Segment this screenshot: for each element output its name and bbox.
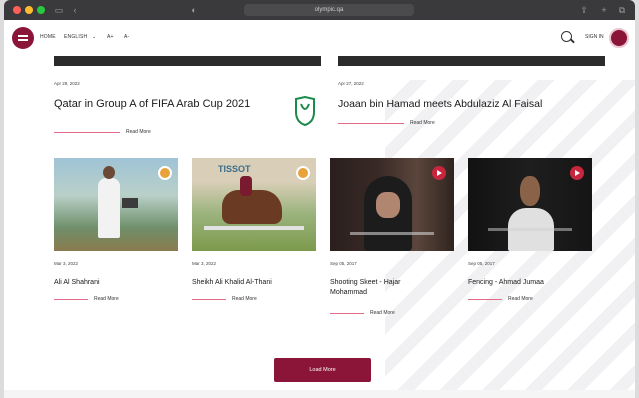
new-tab-icon[interactable]: + (599, 5, 609, 15)
card-title-2[interactable]: Sheikh Ali Khalid Al-Thani (192, 278, 312, 288)
card-date-2: Mar 3, 2022 (192, 261, 217, 266)
card-date-4: Sep 05, 2017 (468, 261, 495, 266)
site-header: HOME ENGLISH ⌄ A+ A- SIGN IN (4, 20, 635, 56)
card-image-1[interactable] (54, 158, 178, 251)
featured-title-2[interactable]: Joaan bin Hamad meets Abdulaziz Al Faisa… (338, 98, 542, 110)
sponsor-banner: TISSOT (218, 164, 251, 174)
read-more-link-6[interactable]: Read More (508, 296, 533, 302)
featured-image-1[interactable] (54, 56, 321, 66)
minimize-window-button[interactable] (25, 6, 33, 14)
read-more-line (338, 123, 404, 124)
font-decrease-button[interactable]: A- (124, 34, 129, 40)
read-more-line (54, 132, 120, 133)
read-more-link-2[interactable]: Read More (410, 120, 435, 126)
card-image-3[interactable] (330, 158, 454, 251)
read-more-link-4[interactable]: Read More (232, 296, 257, 302)
qoc-logo[interactable] (12, 27, 34, 49)
screenshot-frame: ▭ ‹ ◐ olympic.qa ⇪ + ⧉ HOME ENGLISH ⌄ A+… (0, 0, 639, 398)
avatar[interactable] (609, 28, 629, 48)
back-icon[interactable]: ‹ (70, 5, 80, 15)
sport-badge-icon (158, 166, 172, 180)
search-icon[interactable] (561, 31, 572, 42)
browser-chrome: ▭ ‹ ◐ olympic.qa ⇪ + ⧉ (4, 0, 635, 20)
card-image-4[interactable] (468, 158, 592, 251)
card-date-3: Sep 05, 2017 (330, 261, 357, 266)
nav-home[interactable]: HOME (40, 34, 56, 40)
share-icon[interactable]: ⇪ (579, 5, 589, 15)
play-video-icon[interactable] (570, 166, 584, 180)
read-more-link-5[interactable]: Read More (370, 310, 395, 316)
play-video-icon[interactable] (432, 166, 446, 180)
read-more-line (468, 299, 502, 300)
address-bar[interactable]: olympic.qa (244, 4, 414, 16)
card-title-1[interactable]: Ali Al Shahrani (54, 278, 174, 288)
maximize-window-button[interactable] (37, 6, 45, 14)
chevron-down-icon[interactable]: ⌄ (92, 34, 96, 40)
close-window-button[interactable] (13, 6, 21, 14)
sport-badge-icon (296, 166, 310, 180)
read-more-line (192, 299, 226, 300)
featured-date-1: Apr 29, 2022 (54, 81, 80, 86)
privacy-icon[interactable]: ◐ (189, 5, 199, 15)
read-more-link-3[interactable]: Read More (94, 296, 119, 302)
url-text: olympic.qa (314, 7, 344, 13)
font-increase-button[interactable]: A+ (107, 34, 114, 40)
card-date-1: Mar 3, 2022 (54, 261, 79, 266)
card-title-4[interactable]: Fencing - Ahmad Jumaa (468, 278, 588, 288)
web-page: HOME ENGLISH ⌄ A+ A- SIGN IN Apr 29, 202… (4, 20, 635, 398)
tabs-icon[interactable]: ⧉ (617, 5, 627, 15)
sidebar-icon[interactable]: ▭ (54, 5, 64, 15)
card-title-3[interactable]: Shooting Skeet - Hajar Mohammad (330, 278, 430, 298)
shield-icon (295, 96, 315, 126)
load-more-button[interactable]: Load More (274, 358, 371, 382)
card-image-2[interactable]: TISSOT (192, 158, 316, 251)
featured-title-1[interactable]: Qatar in Group A of FIFA Arab Cup 2021 (54, 98, 250, 110)
read-more-line (54, 299, 88, 300)
read-more-line (330, 313, 364, 314)
page-bottom-strip (4, 390, 635, 398)
featured-image-2[interactable] (338, 56, 605, 66)
featured-date-2: Apr 27, 2022 (338, 81, 364, 86)
read-more-link-1[interactable]: Read More (126, 129, 151, 135)
nav-language[interactable]: ENGLISH (64, 34, 87, 40)
signin-link[interactable]: SIGN IN (585, 34, 604, 40)
